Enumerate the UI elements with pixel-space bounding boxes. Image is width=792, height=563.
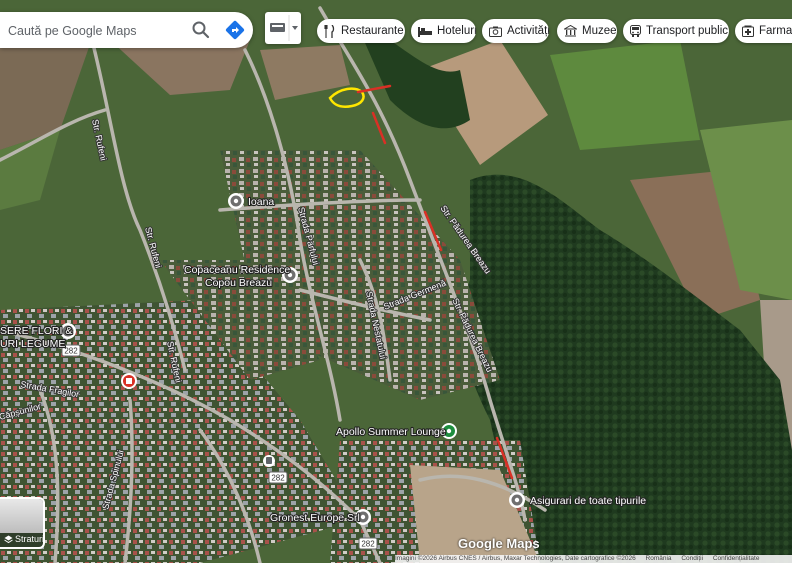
road-badge-282: 282 [268, 471, 288, 484]
chip-activitati[interactable]: Activități [482, 19, 549, 43]
chip-label: Hoteluri [437, 25, 476, 37]
keyboard-icon [270, 15, 298, 41]
camera-icon [489, 26, 502, 37]
place-pin-ioana[interactable] [228, 193, 244, 209]
map-footer: Imagini ©2026 Airbus CNES / Airbus, Maxa… [395, 555, 792, 563]
layers-thumbnail [0, 499, 43, 533]
layers-label: Straturi [15, 534, 45, 544]
country-link[interactable]: România [646, 555, 672, 562]
search-box[interactable] [0, 12, 253, 48]
bus-icon [630, 25, 641, 37]
chip-restaurante[interactable]: Restaurante [317, 19, 405, 43]
place-label-copaceanu-2[interactable]: Copou Breazu [204, 276, 273, 290]
chip-label: Activități [507, 25, 549, 37]
chip-label: Restaurante [341, 25, 404, 37]
search-icon[interactable] [190, 19, 212, 41]
museum-icon [564, 25, 577, 37]
search-input[interactable] [6, 20, 186, 42]
place-label-ioana[interactable]: Ioana [247, 195, 276, 209]
layers-icon [4, 535, 13, 543]
fork-knife-icon [324, 24, 335, 38]
place-label-asigurari[interactable]: Asigurari de toate tipurile [529, 494, 648, 508]
place-label-apollo[interactable]: Apollo Summer Lounge [335, 425, 447, 439]
satellite-map[interactable]: 282 282 282 Ioana Copaceanu Residence Co… [0, 0, 792, 563]
chip-label: Transport public [646, 25, 729, 37]
bed-icon [418, 26, 432, 37]
chip-farmacii[interactable]: Farmacii [735, 19, 792, 43]
svg-text:282: 282 [361, 540, 375, 549]
chip-hoteluri[interactable]: Hoteluri [411, 19, 476, 43]
google-maps-logo: Google Maps [458, 536, 540, 551]
layers-label-wrap: Straturi [4, 534, 45, 544]
place-label-sere-2[interactable]: URI LEGUME [0, 337, 66, 351]
imagery-attribution: Imagini ©2026 Airbus CNES / Airbus, Maxa… [395, 555, 636, 562]
svg-text:282: 282 [271, 474, 285, 483]
place-label-sere[interactable]: SERE FLORI & [0, 324, 73, 338]
pharmacy-icon [742, 25, 754, 37]
layers-button[interactable]: Straturi [0, 497, 45, 549]
chip-label: Muzee [582, 25, 617, 37]
place-pin-medical[interactable] [121, 373, 137, 389]
chip-muzee[interactable]: Muzee [557, 19, 617, 43]
road-badge-282: 282 [358, 537, 378, 550]
place-label-gronest[interactable]: Gronest Europe Srl [269, 511, 361, 525]
privacy-link[interactable]: Confidențialitate [713, 555, 760, 562]
terms-link[interactable]: Condiții [681, 555, 703, 562]
layer-toggle-button[interactable] [265, 12, 301, 44]
place-pin-asigurari[interactable] [509, 492, 525, 508]
directions-icon[interactable] [224, 19, 246, 41]
svg-text:282: 282 [64, 347, 78, 356]
chip-transport-public[interactable]: Transport public [623, 19, 729, 43]
chip-label: Farmacii [759, 25, 792, 37]
place-label-copaceanu[interactable]: Copaceanu Residence [183, 263, 292, 277]
bus-stop-icon[interactable] [263, 455, 275, 467]
